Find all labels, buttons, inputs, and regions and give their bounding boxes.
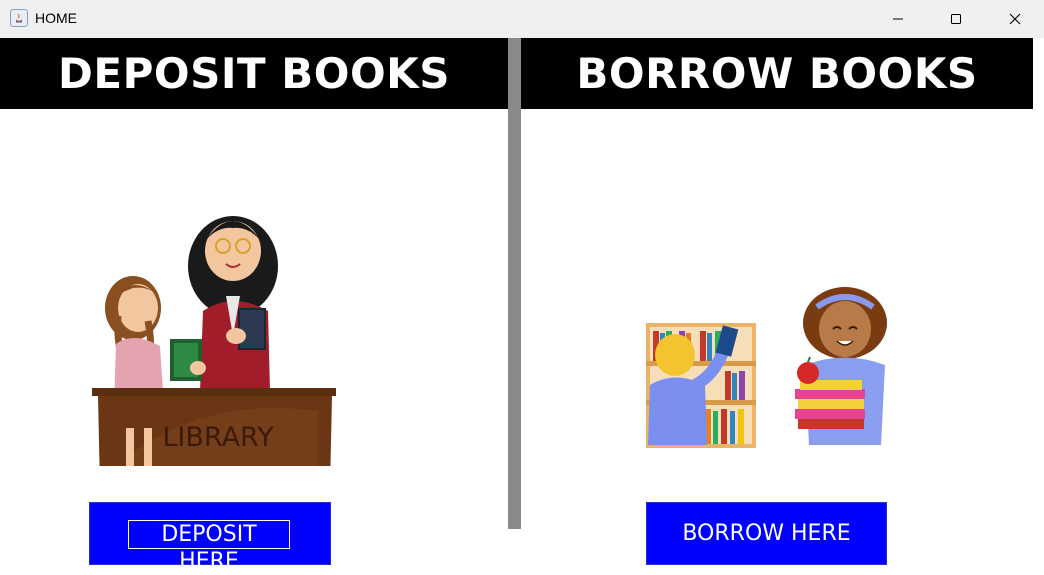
close-icon <box>1009 13 1021 25</box>
title-bar: HOME <box>0 0 1044 39</box>
close-button[interactable] <box>986 0 1044 38</box>
panel-divider <box>508 38 521 529</box>
minimize-button[interactable] <box>869 0 927 38</box>
window-title: HOME <box>35 10 77 26</box>
minimize-icon <box>893 18 903 20</box>
deposit-heading: DEPOSIT BOOKS <box>0 38 508 109</box>
maximize-button[interactable] <box>927 0 985 38</box>
library-desk-illustration: LIBRARY <box>92 216 336 466</box>
deposit-panel: DEPOSIT BOOKS LIBRARY DEPOSIT HERE <box>0 38 508 574</box>
deposit-here-label: DEPOSIT HERE <box>128 520 290 574</box>
borrowing-kids-illustration <box>646 287 887 448</box>
maximize-icon <box>951 14 961 24</box>
borrow-panel: BORROW BOOKS BORROW HERE <box>521 38 1033 565</box>
desk-label: LIBRARY <box>162 422 274 453</box>
borrow-here-button[interactable]: BORROW HERE <box>646 502 887 565</box>
borrow-heading: BORROW BOOKS <box>521 38 1033 109</box>
deposit-here-button[interactable]: DEPOSIT HERE <box>89 502 331 574</box>
java-app-icon <box>10 9 28 27</box>
